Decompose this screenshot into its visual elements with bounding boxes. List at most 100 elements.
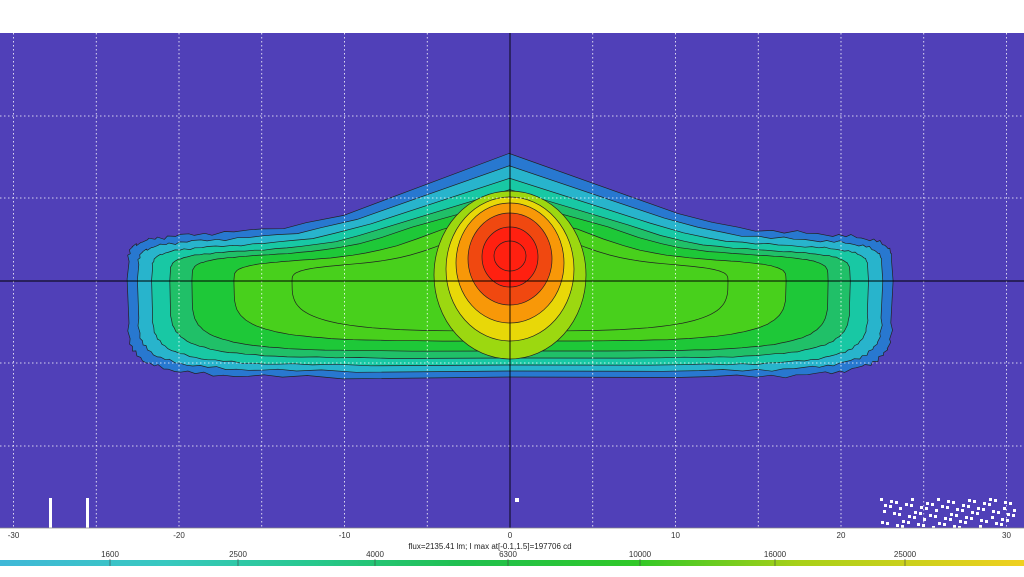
noise-pixel — [515, 498, 519, 502]
noise-pixel — [958, 526, 961, 529]
color-scale-bar: 1600 2500 4000 6300 10000 16000 25000 — [0, 550, 1024, 566]
noise-pixel — [902, 520, 905, 523]
color-scale-label: 16000 — [764, 550, 787, 559]
noise-pixel — [1009, 502, 1012, 505]
flux-status-text: flux=2135.41 lm; I max at[-0.1,1.5]=1977… — [408, 542, 571, 551]
noise-pixel — [964, 521, 967, 524]
x-tick-label: 0 — [508, 531, 513, 540]
noise-pixel — [1007, 513, 1010, 516]
noise-pixel — [1000, 523, 1003, 526]
noise-pixel — [988, 503, 991, 506]
noise-pixel — [920, 506, 923, 509]
noise-pixel — [994, 499, 997, 502]
noise-pixel — [938, 522, 941, 525]
noise-pixel — [905, 503, 908, 506]
noise-pixel — [973, 500, 976, 503]
noise-pixel — [917, 523, 920, 526]
noise-pixel — [950, 513, 953, 516]
noise-pixel — [953, 525, 956, 528]
noise-pixel — [944, 517, 947, 520]
noise-pixel — [925, 507, 928, 510]
noise-pixel — [884, 504, 887, 507]
x-axis-ticks: -30 -20 -10 0 10 20 30 — [8, 531, 1012, 540]
x-tick-label: 10 — [671, 531, 680, 540]
noise-pixel — [935, 509, 938, 512]
noise-pixel — [49, 517, 52, 520]
noise-pixel — [880, 498, 883, 501]
noise-pixel — [943, 523, 946, 526]
x-tick-label: -30 — [8, 531, 20, 540]
noise-pixel — [983, 502, 986, 505]
noise-pixel — [977, 507, 980, 510]
x-tick-label: -10 — [339, 531, 351, 540]
noise-pixel — [901, 525, 904, 528]
noise-pixel — [992, 510, 995, 513]
x-tick-label: 30 — [1002, 531, 1011, 540]
intensity-plot: -30 -20 -10 0 10 20 30 flux=2135.41 lm; I max … — [0, 33, 1024, 566]
color-scale-label: 6300 — [499, 550, 517, 559]
noise-pixel — [971, 511, 974, 514]
noise-pixel — [949, 518, 952, 521]
color-scale-gradient — [0, 560, 1024, 566]
noise-pixel — [995, 522, 998, 525]
noise-pixel — [911, 498, 914, 501]
noise-pixel — [946, 506, 949, 509]
noise-pixel — [883, 510, 886, 513]
noise-pixel — [86, 498, 89, 501]
noise-pixel — [1012, 514, 1015, 517]
noise-pixel — [931, 503, 934, 506]
noise-pixel — [896, 524, 899, 527]
noise-pixel — [955, 514, 958, 517]
color-scale-label: 25000 — [894, 550, 917, 559]
color-scale-label: 1600 — [101, 550, 119, 559]
noise-pixel — [908, 515, 911, 518]
noise-pixel — [982, 508, 985, 511]
noise-pixel — [914, 511, 917, 514]
noise-pixel — [929, 514, 932, 517]
noise-pixel — [970, 517, 973, 520]
noise-pixel — [997, 511, 1000, 514]
noise-pixel — [890, 500, 893, 503]
noise-pixel — [895, 501, 898, 504]
noise-pixel — [49, 498, 52, 501]
x-tick-label: -20 — [173, 531, 185, 540]
noise-pixel — [889, 505, 892, 508]
color-scale-label: 10000 — [629, 550, 652, 559]
noise-pixel — [962, 504, 965, 507]
noise-pixel — [1001, 518, 1004, 521]
noise-pixel — [1003, 507, 1006, 510]
color-scale-label: 2500 — [229, 550, 247, 559]
noise-pixel — [985, 520, 988, 523]
noise-pixel — [86, 512, 89, 515]
noise-pixel — [898, 513, 901, 516]
noise-pixel — [941, 505, 944, 508]
noise-pixel — [926, 502, 929, 505]
noise-pixel — [913, 516, 916, 519]
noise-pixel — [961, 509, 964, 512]
noise-pixel — [907, 521, 910, 524]
noise-pixel — [1013, 509, 1016, 512]
noise-pixel — [952, 501, 955, 504]
noise-pixel — [967, 505, 970, 508]
noise-pixel — [886, 522, 889, 525]
noise-pixel — [947, 500, 950, 503]
noise-pixel — [893, 512, 896, 515]
noise-pixel — [919, 512, 922, 515]
noise-pixel — [959, 520, 962, 523]
noise-pixel — [979, 525, 982, 528]
color-scale-label: 4000 — [366, 550, 384, 559]
noise-pixel — [991, 516, 994, 519]
noise-pixel — [989, 498, 992, 501]
noise-pixel — [965, 516, 968, 519]
noise-pixel — [881, 521, 884, 524]
x-tick-label: 20 — [837, 531, 846, 540]
noise-pixel — [932, 526, 935, 529]
noise-pixel — [49, 503, 52, 506]
noise-pixel — [968, 499, 971, 502]
noise-pixel — [899, 507, 902, 510]
noise-pixel — [976, 512, 979, 515]
noise-pixel — [980, 519, 983, 522]
noise-pixel — [934, 515, 937, 518]
noise-pixel — [910, 504, 913, 507]
noise-pixel — [937, 498, 940, 501]
